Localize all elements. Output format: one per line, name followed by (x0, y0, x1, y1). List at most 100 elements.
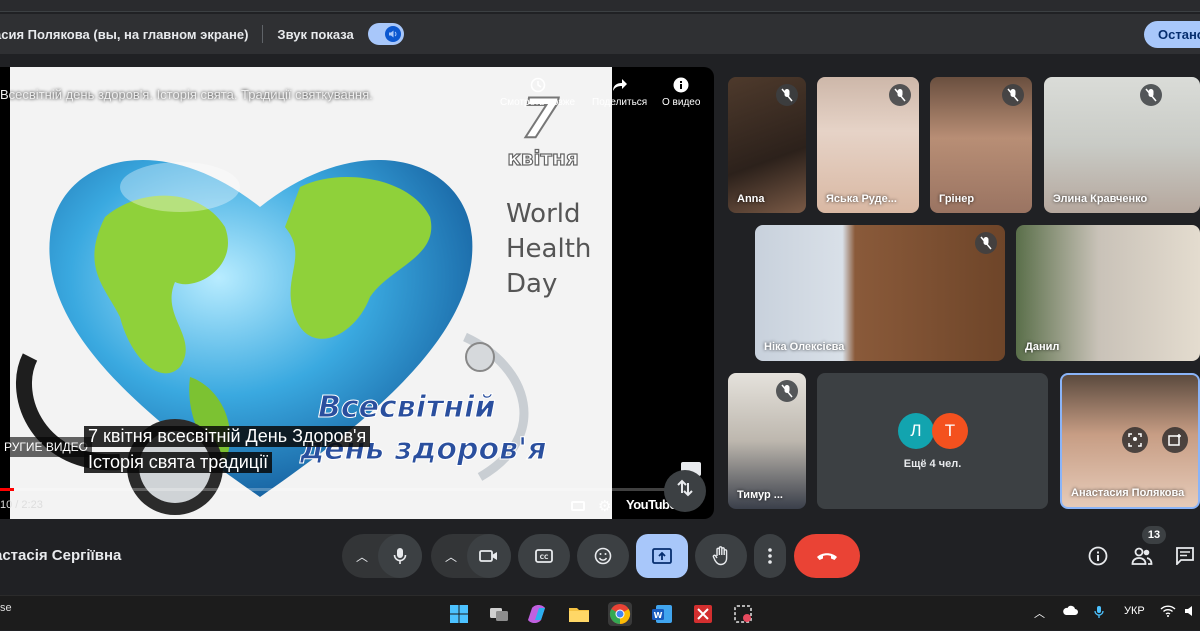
about-video-label: О видео (662, 97, 701, 108)
info-icon (662, 77, 700, 97)
people-icon (1131, 547, 1153, 565)
share-button[interactable]: Поделиться (592, 77, 647, 108)
participant-tile[interactable]: Яська Руде... (817, 77, 919, 213)
svg-text:W: W (654, 611, 663, 620)
watch-later-button[interactable]: Смотреть позже (500, 77, 575, 108)
chat-icon (1176, 547, 1194, 565)
reactions-button[interactable] (577, 534, 629, 578)
speaker-icon (384, 26, 401, 42)
video-time: 10 / 2:23 (0, 499, 43, 511)
hang-up-phone-icon (817, 553, 837, 560)
mic-off-icon (975, 232, 997, 254)
participant-tile[interactable]: Элина Кравченко (1044, 77, 1200, 213)
self-view-tile[interactable]: Анастасия Полякова (1060, 373, 1200, 509)
present-screen-icon (652, 548, 672, 564)
audio-options-chevron-icon[interactable]: ︿ (342, 548, 382, 565)
watch-later-label: Смотреть позже (500, 97, 576, 108)
keyboard-language[interactable]: УКР (1124, 605, 1145, 617)
more-participants-label: Ещё 4 чел. (903, 458, 962, 470)
vertical-dots-icon (768, 548, 772, 564)
present-screen-button[interactable] (636, 534, 688, 578)
participant-name: Тимур ... (737, 489, 783, 501)
video-options-chevron-icon[interactable]: ︿ (431, 548, 471, 565)
add-to-stage-button[interactable] (1162, 427, 1188, 453)
share-label: Поделиться (592, 97, 648, 108)
video-progress-bar[interactable] (0, 488, 700, 491)
raise-hand-button[interactable] (695, 534, 747, 578)
participant-tile[interactable]: Данил (1016, 225, 1200, 361)
mic-off-icon (1002, 84, 1024, 106)
window-top-edge (0, 0, 1200, 12)
tray-chevron-icon[interactable]: ︿ (1034, 605, 1045, 621)
frame-person-icon (1128, 433, 1142, 447)
participant-avatar: Л (898, 413, 934, 449)
closed-captions-icon: CC (535, 549, 553, 563)
tray-microphone-icon[interactable] (1094, 605, 1104, 622)
camera-button[interactable] (467, 534, 511, 578)
task-view-icon[interactable] (487, 602, 511, 626)
captions-button[interactable]: CC (518, 534, 570, 578)
divider (262, 25, 264, 43)
snipping-tool-icon[interactable] (731, 602, 755, 626)
participant-name: Данил (1025, 341, 1060, 353)
participant-name: Ніка Олексієва (764, 341, 845, 353)
stop-sharing-button[interactable]: Остано (1144, 21, 1200, 48)
mic-control-group: ︿ (342, 534, 422, 578)
wifi-icon[interactable] (1160, 605, 1176, 620)
meeting-controls-bar: астасія Сергіївна ︿ ︿ CC 13 (0, 522, 1200, 588)
swap-layout-button[interactable] (664, 470, 706, 512)
youtube-video-title[interactable]: Всесвітній день здоров'я. Історія свята.… (0, 87, 373, 102)
participant-tile[interactable]: Anna (728, 77, 806, 213)
participant-name: Anna (737, 193, 765, 205)
file-explorer-icon[interactable] (567, 602, 591, 626)
chrome-icon[interactable] (608, 602, 632, 626)
clock-icon (500, 77, 575, 97)
participant-avatar: Т (932, 413, 968, 449)
meeting-user-name: астасія Сергіївна (0, 547, 122, 564)
slide-en-line3: Day (506, 269, 557, 299)
people-button[interactable] (1128, 542, 1156, 570)
volume-icon[interactable] (1184, 605, 1198, 620)
meeting-details-button[interactable] (1084, 542, 1112, 570)
microphone-icon (393, 548, 407, 564)
more-participants-tile[interactable]: Л Т Ещё 4 чел. (817, 373, 1048, 509)
mic-off-icon (776, 84, 798, 106)
share-sound-toggle[interactable] (367, 23, 404, 45)
participant-tile[interactable]: Ніка Олексієва (755, 225, 1005, 361)
participant-tile[interactable]: Тимур ... (728, 373, 806, 509)
slide-en-line1: World (506, 199, 581, 229)
pdf-reader-icon[interactable] (691, 602, 715, 626)
windows-taskbar: se W ︿ УКР (0, 595, 1200, 630)
caption-line-2: Історія свята традиції (84, 452, 273, 473)
camera-control-group: ︿ (431, 534, 511, 578)
leave-call-button[interactable] (794, 534, 860, 578)
subtitles-icon[interactable] (571, 501, 585, 511)
mic-off-icon (1140, 84, 1162, 106)
screen-share-bar: асия Полякова (вы, на главном экране) Зв… (0, 14, 1200, 54)
chat-button[interactable] (1171, 542, 1199, 570)
windows-start-icon[interactable] (447, 602, 471, 626)
about-video-button[interactable]: О видео (662, 77, 700, 108)
taskbar-left-text: se (0, 602, 12, 614)
slide-ua-line1: Всесвітній (318, 390, 495, 425)
presented-video[interactable]: 7 квітня World Health Day Всесвітній ден… (0, 67, 714, 519)
copilot-icon[interactable] (527, 602, 551, 626)
slide-en-line2: Health (506, 234, 591, 264)
mic-button[interactable] (378, 534, 422, 578)
other-videos-button[interactable]: РУГИЕ ВИДЕО (0, 437, 92, 457)
word-icon[interactable]: W (650, 602, 674, 626)
participant-name: Грінер (939, 193, 975, 205)
mic-off-icon (889, 84, 911, 106)
video-progress-fill (0, 488, 14, 491)
share-arrow-icon (592, 77, 647, 97)
participant-name: Анастасия Полякова (1071, 487, 1185, 499)
svg-text:CC: CC (540, 554, 549, 561)
frame-person-button[interactable] (1122, 427, 1148, 453)
participant-name: Элина Кравченко (1053, 193, 1148, 205)
video-camera-icon (479, 550, 497, 562)
onedrive-cloud-icon[interactable] (1062, 605, 1078, 619)
participant-tile[interactable]: Грінер (930, 77, 1032, 213)
settings-gear-icon[interactable]: ⚙ (598, 497, 611, 515)
pin-icon (1168, 434, 1181, 446)
more-options-button[interactable] (754, 534, 786, 578)
